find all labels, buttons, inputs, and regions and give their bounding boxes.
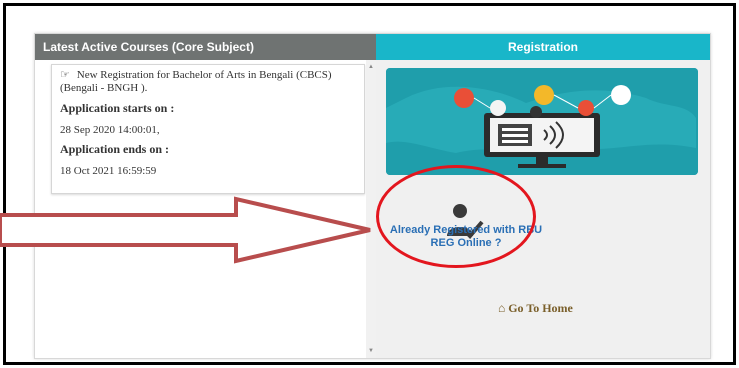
hand-pointer-icon: ☞ <box>60 69 70 81</box>
pointer-arrow <box>0 196 371 264</box>
scroll-down-arrow-icon[interactable]: ▼ <box>366 348 376 354</box>
home-icon: ⌂ <box>498 301 506 315</box>
course-title-row[interactable]: ☞ New Registration for Bachelor of Arts … <box>60 69 356 95</box>
application-ends-label: Application ends on : <box>60 142 170 156</box>
application-starts-value: 28 Sep 2020 14:00:01, <box>60 124 160 136</box>
registration-banner-image <box>386 68 698 175</box>
course-card: ☞ New Registration for Bachelor of Arts … <box>51 64 365 194</box>
application-ends-value: 18 Oct 2021 16:59:59 <box>60 165 157 177</box>
course-title[interactable]: New Registration for Bachelor of Arts in… <box>60 69 332 94</box>
registration-header: Registration <box>376 34 710 60</box>
banner-illustration <box>386 68 698 175</box>
application-starts-label: Application starts on : <box>60 101 175 115</box>
courses-header: Latest Active Courses (Core Subject) <box>35 34 376 60</box>
go-to-home-link[interactable]: ⌂ Go To Home <box>498 301 573 316</box>
highlight-ellipse <box>376 165 536 268</box>
scroll-up-arrow-icon[interactable]: ▲ <box>366 64 376 70</box>
go-to-home-label[interactable]: Go To Home <box>508 301 573 315</box>
